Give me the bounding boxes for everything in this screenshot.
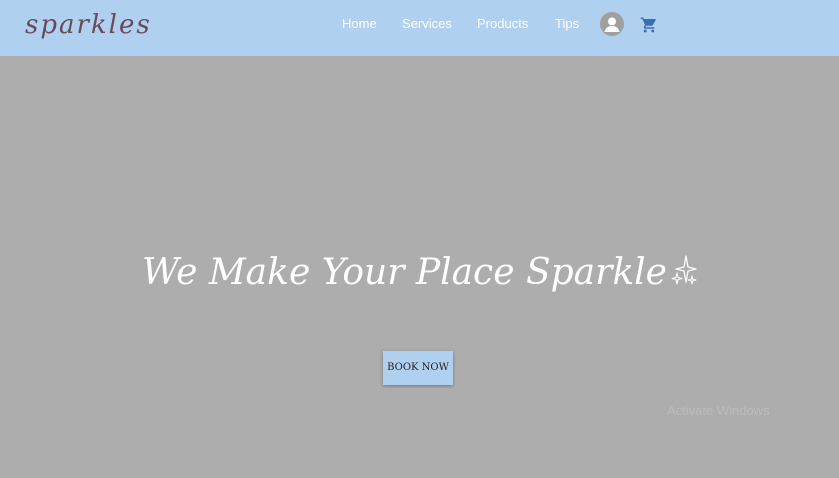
- shopping-cart-icon[interactable]: [640, 16, 658, 34]
- book-now-button[interactable]: BOOK NOW: [383, 351, 453, 385]
- user-avatar-icon[interactable]: [600, 12, 624, 36]
- windows-activation-watermark: Activate Windows: [667, 403, 770, 418]
- nav-item-products[interactable]: Products: [477, 16, 528, 31]
- nav-item-services[interactable]: Services: [402, 16, 452, 31]
- navbar: sparkles Home Services Products Tips: [0, 0, 839, 56]
- nav-item-home[interactable]: Home: [342, 16, 377, 31]
- nav-links: Home Services Products Tips: [0, 0, 839, 56]
- hero-title: We Make Your Place Sparkle: [0, 252, 839, 293]
- sparkles-icon: [671, 255, 697, 285]
- nav-item-tips[interactable]: Tips: [555, 16, 579, 31]
- hero-title-text: We Make Your Place Sparkle: [142, 252, 667, 293]
